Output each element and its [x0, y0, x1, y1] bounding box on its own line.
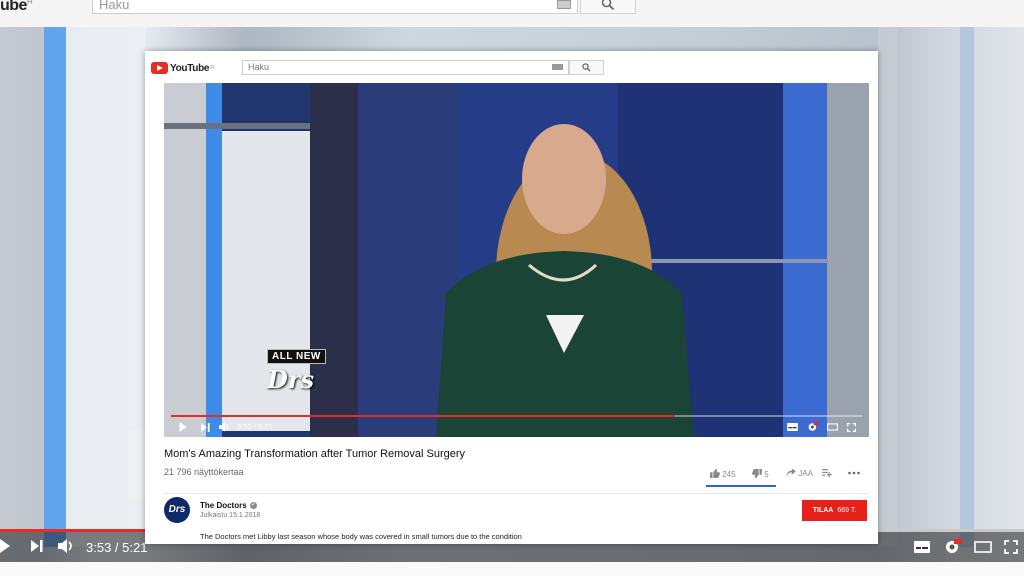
- share-button[interactable]: JAA: [786, 468, 813, 478]
- view-count: 21 796 näyttökertaa: [164, 467, 244, 477]
- subtitles-icon: [914, 541, 930, 556]
- keyboard-icon: [557, 0, 571, 9]
- add-to-playlist-icon: [822, 469, 832, 477]
- play-icon: [0, 539, 10, 556]
- background-blue-right: [960, 27, 974, 547]
- volume-icon: [58, 539, 76, 556]
- time-total: 5:21: [257, 422, 273, 431]
- subscribe-button[interactable]: TILAA 669 T.: [802, 500, 867, 521]
- background-logo: ubeFI: [0, 0, 33, 14]
- time-display: 3:53 / 5:21: [237, 420, 272, 434]
- search-icon: [582, 63, 591, 72]
- search-icon: [601, 0, 615, 11]
- more-icon: [848, 471, 860, 475]
- channel-name[interactable]: The Doctors ✓: [200, 501, 257, 510]
- like-count: 245: [722, 470, 736, 479]
- youtube-play-icon: [151, 62, 168, 74]
- thumbs-down-icon: [752, 469, 762, 478]
- channel-avatar[interactable]: Drs: [164, 497, 190, 523]
- background-blue-light: [44, 27, 66, 547]
- youtube-logo-text: YouTube: [170, 62, 210, 74]
- dislike-button[interactable]: 5: [752, 469, 769, 479]
- video-title: Mom's Amazing Transformation after Tumor…: [164, 448, 466, 460]
- background-search-button: [580, 0, 636, 14]
- volume-icon: [219, 422, 229, 432]
- theater-mode-button[interactable]: [827, 420, 838, 435]
- volume-button[interactable]: [219, 420, 231, 436]
- background-time: 3:53 / 5:21: [86, 540, 148, 555]
- background-panel-right: [878, 27, 898, 547]
- more-actions-button[interactable]: [848, 469, 860, 478]
- subtitles-button[interactable]: [787, 420, 798, 435]
- next-button[interactable]: [201, 420, 210, 436]
- youtube-logo[interactable]: YouTube FI: [151, 61, 215, 75]
- theater-mode-icon: [974, 541, 992, 556]
- play-icon: [179, 422, 187, 432]
- background-page-bottom: [0, 562, 1024, 576]
- add-to-playlist-button[interactable]: [822, 469, 832, 479]
- show-badge-all-new: ALL NEW: [267, 349, 326, 364]
- region-code: FI: [210, 65, 215, 71]
- channel-name-text: The Doctors: [200, 501, 247, 510]
- background-header: ubeFI Haku: [0, 0, 1024, 27]
- publish-date: Julkaistu 15.1.2018: [200, 512, 261, 519]
- video-description: The Doctors met Libby last season whose …: [200, 532, 522, 541]
- theater-mode-icon: [827, 423, 838, 431]
- settings-icon: [808, 422, 819, 431]
- video-player[interactable]: ALL NEW Drs 3:53 / 5:21: [164, 83, 869, 437]
- next-icon: [201, 423, 210, 432]
- background-search-input: Haku: [92, 0, 578, 14]
- settings-icon: [944, 539, 962, 558]
- fullscreen-icon: [847, 423, 856, 432]
- share-label: JAA: [798, 469, 813, 478]
- fullscreen-button[interactable]: [847, 420, 856, 436]
- next-icon: [31, 540, 43, 555]
- search-button[interactable]: [569, 60, 604, 75]
- youtube-window: YouTube FI Haku ALL NEW Drs 3:53 / 5:21 …: [145, 51, 878, 544]
- background-show-logo: [128, 430, 146, 500]
- subtitles-icon: [787, 423, 798, 431]
- divider: [164, 493, 869, 494]
- settings-button[interactable]: [807, 420, 819, 436]
- progress-played[interactable]: [171, 415, 675, 417]
- search-input[interactable]: Haku: [242, 60, 569, 75]
- subscribe-label: TILAA: [812, 507, 834, 514]
- verified-icon: ✓: [249, 502, 257, 510]
- like-button[interactable]: 245: [710, 469, 736, 479]
- show-badge-logo: Drs: [267, 365, 314, 394]
- dislike-count: 5: [764, 470, 769, 479]
- share-icon: [786, 468, 796, 477]
- thumbs-up-icon: [710, 469, 720, 478]
- play-button[interactable]: [179, 420, 187, 436]
- like-ratio-bar: [706, 485, 776, 487]
- keyboard-icon[interactable]: [552, 64, 563, 70]
- fullscreen-icon: [1004, 540, 1018, 557]
- time-current: 3:53: [237, 422, 252, 431]
- subscriber-count: 669 T.: [837, 507, 857, 514]
